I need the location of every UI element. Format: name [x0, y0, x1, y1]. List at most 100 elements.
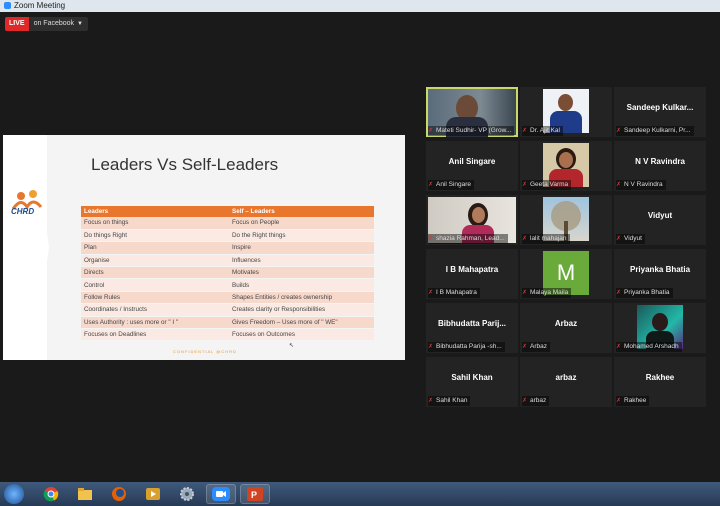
participant-name: Sahil Khan — [436, 397, 468, 404]
table-cell: Do the Right things — [229, 229, 374, 243]
live-stream-indicator[interactable]: LIVE on Facebook ▼ — [5, 17, 88, 31]
mouse-cursor-icon: ↖ — [289, 343, 295, 349]
participant-tile[interactable]: ✗ lalit mahajan — [520, 195, 612, 245]
participant-display-name: Sandeep Kulkar... — [626, 103, 694, 112]
participant-name: Dr. Ajit Kal — [530, 127, 560, 134]
participant-tile[interactable]: M ✗ Malaya Maila — [520, 249, 612, 299]
table-cell: Builds — [229, 278, 374, 292]
column-header: Leaders — [81, 206, 229, 217]
participant-tile[interactable]: ✗ Geeta Varma — [520, 141, 612, 191]
participant-name-label: ✗ N V Ravindra — [616, 180, 666, 190]
participant-tile[interactable]: Arbaz ✗ Arbaz — [520, 303, 612, 353]
zoom-icon — [4, 2, 11, 9]
table-cell: Motivates — [229, 266, 374, 280]
participant-name: Priyanka Bhatia — [624, 289, 670, 296]
table-row: Uses Authority : uses more or " I " Gives… — [81, 316, 374, 330]
table-cell: Control — [81, 278, 229, 292]
participant-tile[interactable]: Vidyut ✗ Vidyut — [614, 195, 706, 245]
table-cell: Uses Authority : uses more or " I " — [81, 316, 229, 330]
participant-name: Rakhee — [624, 397, 647, 404]
slide-title: Leaders Vs Self-Leaders — [91, 155, 279, 174]
participant-name-label: ✗ Priyanka Bhatia — [616, 288, 673, 298]
table-row: Coordinates / Instructs Creates clarity o… — [81, 303, 374, 317]
muted-mic-icon: ✗ — [428, 290, 434, 296]
participant-display-name: Vidyut — [647, 211, 673, 220]
firefox-icon[interactable] — [104, 484, 134, 504]
participant-display-name: N V Ravindra — [635, 157, 685, 166]
participant-name-label: ✗ shazia Rahman, Lead... — [428, 234, 508, 244]
participant-tile[interactable]: ✗ Mateti Sudhir- VP (Grow... — [426, 87, 518, 137]
window-titlebar: Zoom Meeting — [0, 0, 720, 12]
participant-tile[interactable]: N V Ravindra ✗ N V Ravindra — [614, 141, 706, 191]
participant-tile[interactable]: Sandeep Kulkar... ✗ Sandeep Kulkarni, Pr..… — [614, 87, 706, 137]
table-cell: Coordinates / Instructs — [81, 303, 229, 317]
table-row: Focuses on Deadlines Focuses on Outcomes — [81, 328, 374, 342]
chevron-down-icon: ▼ — [77, 21, 83, 27]
muted-mic-icon: ✗ — [616, 290, 622, 296]
slide-chevron — [33, 135, 49, 360]
table-row: Control Builds — [81, 278, 374, 292]
muted-mic-icon: ✗ — [522, 236, 528, 242]
start-orb-icon[interactable] — [4, 484, 24, 504]
participant-name: Anil Singare — [436, 181, 472, 188]
zoom-icon[interactable] — [206, 484, 236, 504]
participant-name: Bibhudatta Parija -sh... — [436, 343, 502, 350]
table-row: Plan Inspire — [81, 241, 374, 255]
participant-tile[interactable]: ✗ Dr. Ajit Kal — [520, 87, 612, 137]
participant-name-label: ✗ lalit mahajan — [522, 234, 570, 244]
participant-name: Vidyut — [624, 235, 642, 242]
table-row: Follow Rules Shapes Entities / creates ow… — [81, 291, 374, 305]
participant-name: shazia Rahman, Lead... — [436, 235, 505, 242]
settings-icon[interactable] — [172, 484, 202, 504]
participant-display-name: arbaz — [555, 373, 577, 382]
table-cell: Focus on People — [229, 217, 374, 230]
chrome-icon[interactable] — [36, 484, 66, 504]
table-cell: Focus on things — [81, 217, 229, 230]
participant-name: Geeta Varma — [530, 181, 569, 188]
muted-mic-icon: ✗ — [428, 398, 434, 404]
participant-tile[interactable]: Anil Singare ✗ Anil Singare — [426, 141, 518, 191]
participant-tile[interactable]: Sahil Khan ✗ Sahil Khan — [426, 357, 518, 407]
comparison-table: Leaders Self – Leaders Focus on things Fo… — [81, 206, 374, 342]
participant-tile[interactable]: I B Mahapatra ✗ I B Mahapatra — [426, 249, 518, 299]
muted-mic-icon: ✗ — [428, 182, 434, 188]
logo-text: CHRD — [11, 207, 35, 216]
table-cell: Gives Freedom – Uses more of " WE" — [229, 316, 374, 330]
participant-name-label: ✗ Arbaz — [522, 342, 550, 352]
table-cell: Focuses on Deadlines — [81, 328, 229, 342]
participant-tile[interactable]: Priyanka Bhatia ✗ Priyanka Bhatia — [614, 249, 706, 299]
table-cell: Influences — [229, 254, 374, 268]
muted-mic-icon: ✗ — [616, 128, 622, 134]
participant-name: N V Ravindra — [624, 181, 663, 188]
media-player-icon[interactable] — [138, 484, 168, 504]
table-row: Organise Influences — [81, 254, 374, 268]
participant-tile[interactable]: Bibhudatta Parij... ✗ Bibhudatta Parija -s… — [426, 303, 518, 353]
participant-name: Malaya Maila — [530, 289, 569, 296]
table-row: Do things Right Do the Right things — [81, 229, 374, 243]
table-cell: Shapes Entities / creates ownership — [229, 291, 374, 305]
muted-mic-icon: ✗ — [616, 398, 622, 404]
participant-tile[interactable]: ✗ shazia Rahman, Lead... — [426, 195, 518, 245]
windows-taskbar: P — [0, 482, 720, 506]
participant-display-name: Bibhudatta Parij... — [437, 319, 506, 328]
muted-mic-icon: ✗ — [522, 128, 528, 134]
muted-mic-icon: ✗ — [522, 398, 528, 404]
participant-tile[interactable]: ✗ Mohamed Arshadh — [614, 303, 706, 353]
live-destination[interactable]: on Facebook ▼ — [28, 17, 88, 31]
muted-mic-icon: ✗ — [428, 236, 434, 242]
file-explorer-icon[interactable] — [70, 484, 100, 504]
table-cell: Plan — [81, 241, 229, 255]
participant-tile[interactable]: Rakhee ✗ Rakhee — [614, 357, 706, 407]
participant-name-label: ✗ Mohamed Arshadh — [616, 342, 682, 352]
participant-name-label: ✗ I B Mahapatra — [428, 288, 480, 298]
participant-tile[interactable]: arbaz ✗ arbaz — [520, 357, 612, 407]
table-cell: Focuses on Outcomes — [229, 328, 374, 342]
muted-mic-icon: ✗ — [616, 182, 622, 188]
participant-name: I B Mahapatra — [436, 289, 477, 296]
powerpoint-icon[interactable]: P — [240, 484, 270, 504]
participant-name: arbaz — [530, 397, 547, 404]
slide-footer: CONFIDENTIAL @CHRD — [173, 349, 237, 354]
participant-name-label: ✗ Anil Singare — [428, 180, 475, 190]
participant-name-label: ✗ Sahil Khan — [428, 396, 471, 406]
participant-display-name: Rakhee — [645, 373, 675, 382]
